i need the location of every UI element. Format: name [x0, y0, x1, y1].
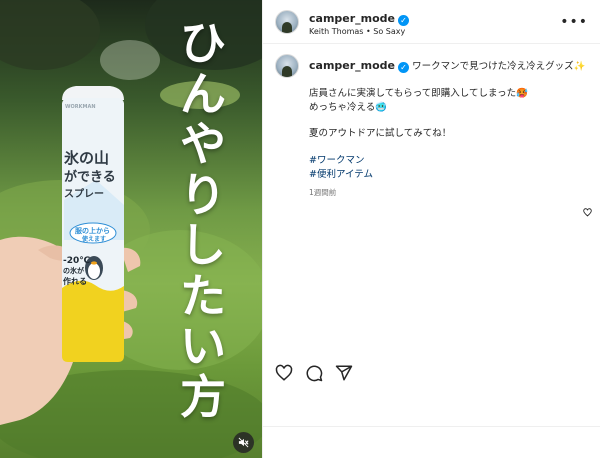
caption-username[interactable]: camper_mode — [309, 59, 395, 72]
caption-timestamp: 1週間前 — [309, 187, 337, 197]
overlay-char: や — [180, 117, 226, 172]
overlay-char: た — [180, 268, 226, 323]
can-title-3: スプレー — [64, 187, 104, 200]
username-link[interactable]: camper_mode — [309, 12, 395, 25]
can-temp: -20℃ — [63, 256, 90, 266]
overlay-vertical-text: ひ ん や り し た い 方 — [168, 20, 238, 420]
can-title-2: ができる — [64, 169, 116, 185]
verified-badge-icon: ✓ — [398, 62, 410, 74]
post-details-panel: camper_mode ✓ Keith Thomas • So Saxy ••• … — [262, 0, 600, 458]
overlay-char: ひ — [180, 16, 226, 70]
can-badge-1: 服の上から — [75, 226, 110, 235]
action-bar — [275, 364, 353, 382]
heart-icon[interactable] — [275, 364, 293, 382]
mute-icon — [238, 437, 249, 448]
overlay-char: し — [180, 218, 226, 273]
overlay-char: ん — [180, 66, 226, 121]
caption-like-button[interactable] — [583, 202, 592, 221]
hashtag-link[interactable]: #便利アイテム — [309, 168, 585, 182]
post-media[interactable]: WORKMAN 氷の山 ができる スプレー 服の上から 使えます -20℃ の氷… — [0, 0, 262, 458]
mute-button[interactable] — [233, 432, 254, 453]
caption-line: 夏のアウトドアに試してみてね！ — [309, 128, 452, 140]
heart-icon — [583, 208, 592, 217]
can-temp-sub: の氷が — [63, 266, 84, 275]
can-temp-sub2: 作れる — [63, 276, 87, 286]
more-options-icon[interactable]: ••• — [560, 14, 588, 30]
audio-link[interactable]: Keith Thomas • So Saxy — [309, 27, 409, 37]
spray-can — [62, 86, 124, 362]
caption-title: ワークマンで見つけた冷え冷えグッズ✨ — [412, 61, 586, 72]
post-header: camper_mode ✓ Keith Thomas • So Saxy ••• — [263, 0, 600, 44]
overlay-char: 方 — [180, 369, 226, 424]
caption-line: 店員さんに実演してもらって即購入してしまった🥵 — [309, 87, 528, 99]
caption-line: めっちゃ冷える🥶 — [309, 101, 388, 113]
can-badge-2: 使えます — [81, 235, 106, 243]
verified-badge-icon: ✓ — [398, 15, 410, 26]
can-brand: WORKMAN — [65, 104, 96, 110]
caption-avatar[interactable] — [275, 54, 299, 78]
share-icon[interactable] — [335, 364, 353, 382]
comment-icon[interactable] — [305, 364, 323, 382]
overlay-char: り — [180, 167, 226, 222]
hashtag-link[interactable]: #ワークマン — [309, 154, 585, 168]
overlay-char: い — [180, 319, 226, 374]
divider — [263, 426, 600, 427]
caption: camper_mode ✓ ワークマンで見つけた冷え冷えグッズ✨ 店員さんに実演し… — [275, 54, 591, 199]
avatar[interactable] — [275, 9, 299, 34]
can-title-1: 氷の山 — [64, 149, 109, 167]
